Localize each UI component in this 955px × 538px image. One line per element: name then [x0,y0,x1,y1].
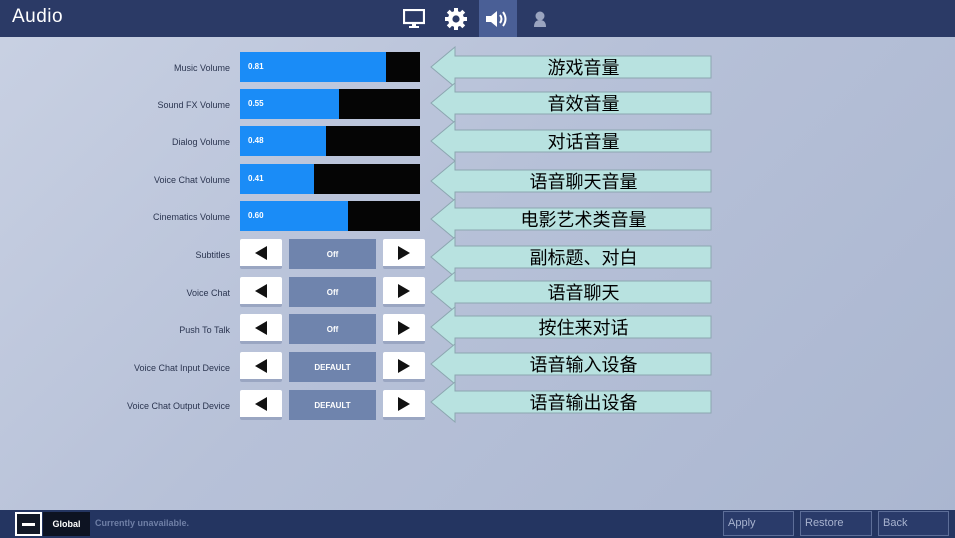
annotation-callout: 电影艺术类音量 [430,198,712,240]
annotation-callout: 音效音量 [430,82,712,124]
annotation-callout: 语音输入设备 [430,343,712,385]
arrow-right-icon [398,245,410,260]
voice-chat-label: Voice Chat [186,288,230,298]
page-title: Audio [12,6,64,27]
voice-chat-output-device-next-button[interactable] [383,390,425,420]
tab-account[interactable] [521,0,559,37]
arrow-right-icon [398,358,410,373]
annotation-text: 语音输出设备 [529,393,638,414]
annotation-text: 电影艺术类音量 [520,210,647,231]
push-to-talk-prev-button[interactable] [240,314,282,344]
tab-video[interactable] [395,0,433,37]
top-bar: Audio [0,0,955,37]
annotation-text: 语音聊天音量 [529,172,638,193]
annotation-callout: 语音输出设备 [430,381,712,423]
music-volume-label: Music Volume [173,63,230,73]
voice-chat-output-device-prev-button[interactable] [240,390,282,420]
arrow-left-icon [255,320,267,335]
back-button[interactable]: Back [878,511,949,536]
global-toggle-button[interactable] [15,512,42,536]
voice-chat-volume-slider[interactable]: 0.41 [240,164,420,194]
voice-chat-input-device-next-button[interactable] [383,352,425,382]
footer-bar: Global Currently unavailable. Apply Rest… [0,510,955,538]
gear-icon [445,7,467,30]
arrow-right-icon [398,320,410,335]
monitor-icon [403,8,425,28]
dialog-volume-value: 0.48 [248,136,264,145]
sound-fx-volume-slider[interactable]: 0.55 [240,89,420,119]
arrow-left-icon [255,358,267,373]
music-volume-value: 0.81 [248,62,264,71]
annotation-callout: 对话音量 [430,120,712,162]
voice-chat-input-device-label: Voice Chat Input Device [133,363,230,373]
apply-button[interactable]: Apply [723,511,794,536]
cinematics-volume-slider[interactable]: 0.60 [240,201,420,231]
push-to-talk-value: Off [289,314,376,344]
annotation-text: 语音输入设备 [529,355,638,376]
annotation-callout: 按住来对话 [430,306,712,348]
tab-audio[interactable] [479,0,517,37]
annotation-callout: 语音聊天音量 [430,160,712,202]
arrow-left-icon [255,245,267,260]
arrow-left-icon [255,283,267,298]
dialog-volume-label: Dialog Volume [171,137,230,147]
restore-button[interactable]: Restore [800,511,872,536]
voice-chat-prev-button[interactable] [240,277,282,307]
arrow-right-icon [398,283,410,298]
cinematics-volume-label: Cinematics Volume [152,212,230,222]
annotation-text: 按住来对话 [538,318,629,339]
subtitles-label: Subtitles [195,250,230,260]
speaker-icon [486,10,507,27]
tab-game[interactable] [437,0,475,37]
arrow-right-icon [398,396,410,411]
voice-chat-input-device-value: DEFAULT [289,352,376,382]
cinematics-volume-value: 0.60 [248,211,264,220]
minus-icon [22,522,35,526]
subtitles-next-button[interactable] [383,239,425,269]
sound-fx-volume-value: 0.55 [248,99,264,108]
push-to-talk-next-button[interactable] [383,314,425,344]
voice-chat-volume-value: 0.41 [248,174,264,183]
push-to-talk-label: Push To Talk [179,325,230,335]
voice-chat-output-device-label: Voice Chat Output Device [126,401,230,411]
voice-chat-input-device-prev-button[interactable] [240,352,282,382]
voice-chat-next-button[interactable] [383,277,425,307]
subtitles-value: Off [289,239,376,269]
status-text: Currently unavailable. [95,518,190,528]
annotation-text: 对话音量 [547,132,620,153]
user-icon [534,11,546,27]
sound-fx-volume-label: Sound FX Volume [157,100,230,110]
voice-chat-value: Off [289,277,376,307]
dialog-volume-slider[interactable]: 0.48 [240,126,420,156]
music-volume-slider[interactable]: 0.81 [240,52,420,82]
global-label: Global [43,512,90,536]
subtitles-prev-button[interactable] [240,239,282,269]
arrow-left-icon [255,396,267,411]
voice-chat-volume-label: Voice Chat Volume [153,175,230,185]
voice-chat-output-device-value: DEFAULT [289,390,376,420]
annotation-text: 音效音量 [547,94,620,115]
